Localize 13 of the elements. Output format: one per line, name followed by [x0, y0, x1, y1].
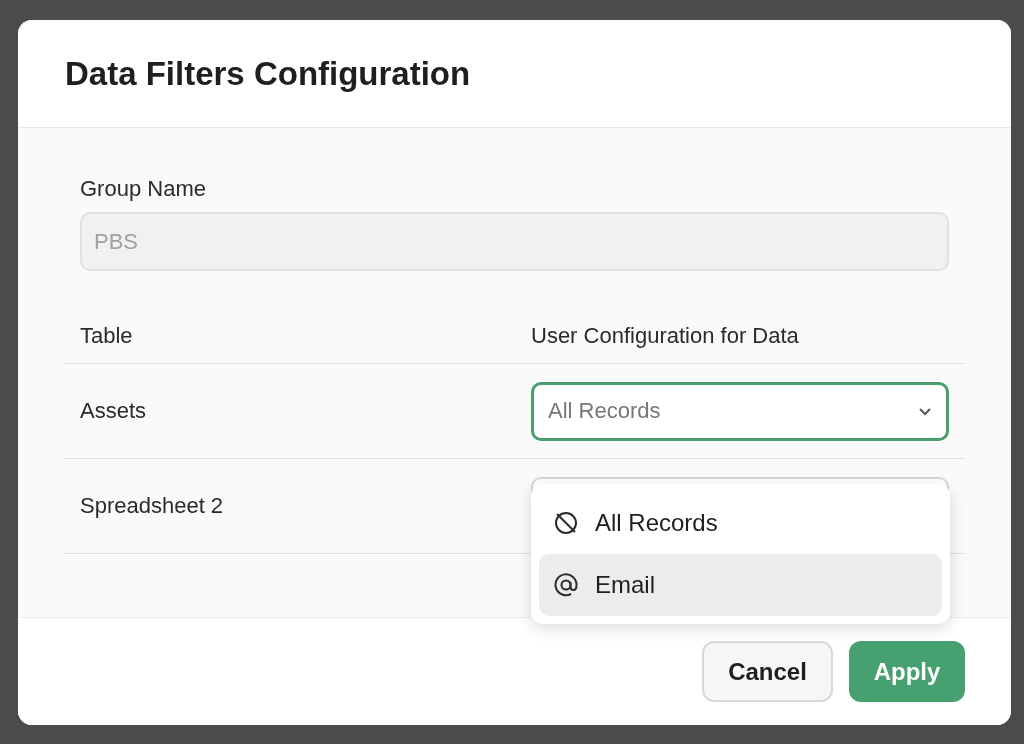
at-sign-icon	[553, 572, 579, 598]
chevron-down-icon	[918, 406, 932, 416]
table-name: Assets	[80, 398, 148, 424]
menu-option[interactable]: All Records	[539, 492, 942, 554]
no-filter-icon	[553, 510, 579, 536]
config-select[interactable]: All Records	[531, 381, 949, 441]
cancel-button[interactable]: Cancel	[702, 641, 833, 702]
field-label: Group Name	[80, 176, 207, 202]
menu-option[interactable]: Email	[539, 554, 942, 616]
column-header: Table	[80, 323, 134, 349]
column-header: User Configuration for Data	[531, 323, 800, 349]
table-name: Spreadsheet 2	[80, 493, 225, 519]
dialog-title: Data Filters Configuration	[65, 54, 471, 93]
